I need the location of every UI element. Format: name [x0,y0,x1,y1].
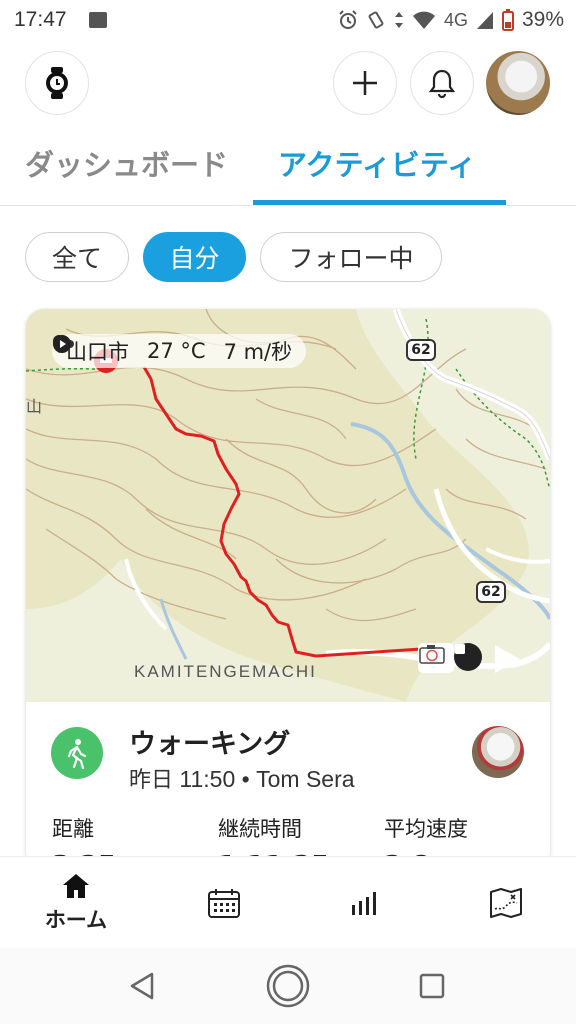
bell-icon [428,69,456,98]
stat-distance-label: 距離 [52,817,94,841]
system-navigation [0,948,576,1024]
play-icon [495,645,520,673]
temperature: 27 °C [147,339,206,363]
notifications-button[interactable] [410,51,474,115]
alarm-icon [339,10,357,29]
walking-person-icon [67,739,87,769]
signal-icon [476,12,493,29]
wind-speed-icon [53,335,71,353]
activity-user-avatar[interactable] [472,726,524,778]
map-icon [490,888,522,918]
system-recents-button[interactable] [408,962,456,1010]
watch-icon [46,67,68,99]
nav-home[interactable]: ホーム [4,857,148,949]
active-tab-indicator [253,200,506,205]
status-time: 17:47 [14,8,67,31]
road-number-badge: 62 [476,581,506,603]
add-button[interactable] [333,51,397,115]
activity-day: 昨日 [129,768,174,793]
filter-all[interactable]: 全て [25,232,129,282]
location-name: 山口市 [66,340,129,364]
home-circle-icon [266,964,310,1008]
main-tabs: ダッシュボード アクティビティ [0,128,576,206]
stat-duration-label: 継続時間 [218,817,302,841]
activity-user: Tom Sera [256,766,355,792]
data-arrows-icon [394,12,403,28]
map-place-label: KAMITENGEMACHI [134,662,317,681]
meta-separator: • [241,766,250,792]
stop-icon [455,644,465,654]
photo-button[interactable] [418,643,454,673]
status-bar: 17:47 4G 39% [0,0,576,40]
activity-filters: 全て 自分 フォロー中 [25,232,442,284]
status-icons: 4G 39% [338,0,564,40]
bottom-navigation: ホーム [0,856,576,948]
stats-icon [352,892,376,915]
stop-button[interactable] [454,643,482,671]
activity-summary: ウォーキング 昨日 11:50 • Tom Sera 距離 継続時間 平均速度 … [26,702,550,869]
nav-map[interactable] [434,857,576,949]
road-number-badge: 62 [406,339,436,361]
network-type: 4G [443,9,468,30]
nav-statistics[interactable] [293,857,437,949]
system-back-button[interactable] [118,962,166,1010]
activity-card[interactable]: 山 山口市 27 °C 7 m/秒 62 62 KAMITENGEMACHI ウ… [26,309,550,869]
nav-home-label: ホーム [44,908,108,932]
home-icon [63,874,89,898]
app-header [0,50,576,118]
tab-dashboard[interactable]: ダッシュボード [25,142,228,184]
image-notification-icon [88,12,107,28]
activity-time: 11:50 [179,766,236,792]
battery-icon [501,9,514,31]
wifi-icon [412,11,435,29]
battery-percent: 39% [521,8,564,31]
activity-title: ウォーキング [129,729,291,760]
vibrate-icon [368,11,384,29]
filter-following[interactable]: フォロー中 [260,232,442,282]
recents-square-icon [419,973,445,999]
activity-meta: 昨日 11:50 • Tom Sera [129,762,355,794]
map-mountain-label: 山 [26,397,43,416]
tab-activity[interactable]: アクティビティ [278,142,476,184]
wind-speed: 7 m/秒 [223,340,293,364]
activity-conditions: 山口市 27 °C 7 m/秒 [52,334,307,368]
plus-icon [353,71,377,95]
route-map[interactable]: 山 山口市 27 °C 7 m/秒 62 62 KAMITENGEMACHI [26,309,550,702]
nav-calendar[interactable] [152,857,296,949]
back-triangle-icon [130,972,154,1000]
stat-avg-speed-label: 平均速度 [384,817,468,841]
profile-avatar[interactable] [486,51,550,115]
play-button[interactable] [492,643,522,675]
filter-mine[interactable]: 自分 [143,232,246,282]
calendar-icon [208,889,240,918]
system-home-button[interactable] [264,962,312,1010]
camera-icon [419,645,445,664]
walking-activity-icon [51,727,103,779]
watch-button[interactable] [25,51,89,115]
